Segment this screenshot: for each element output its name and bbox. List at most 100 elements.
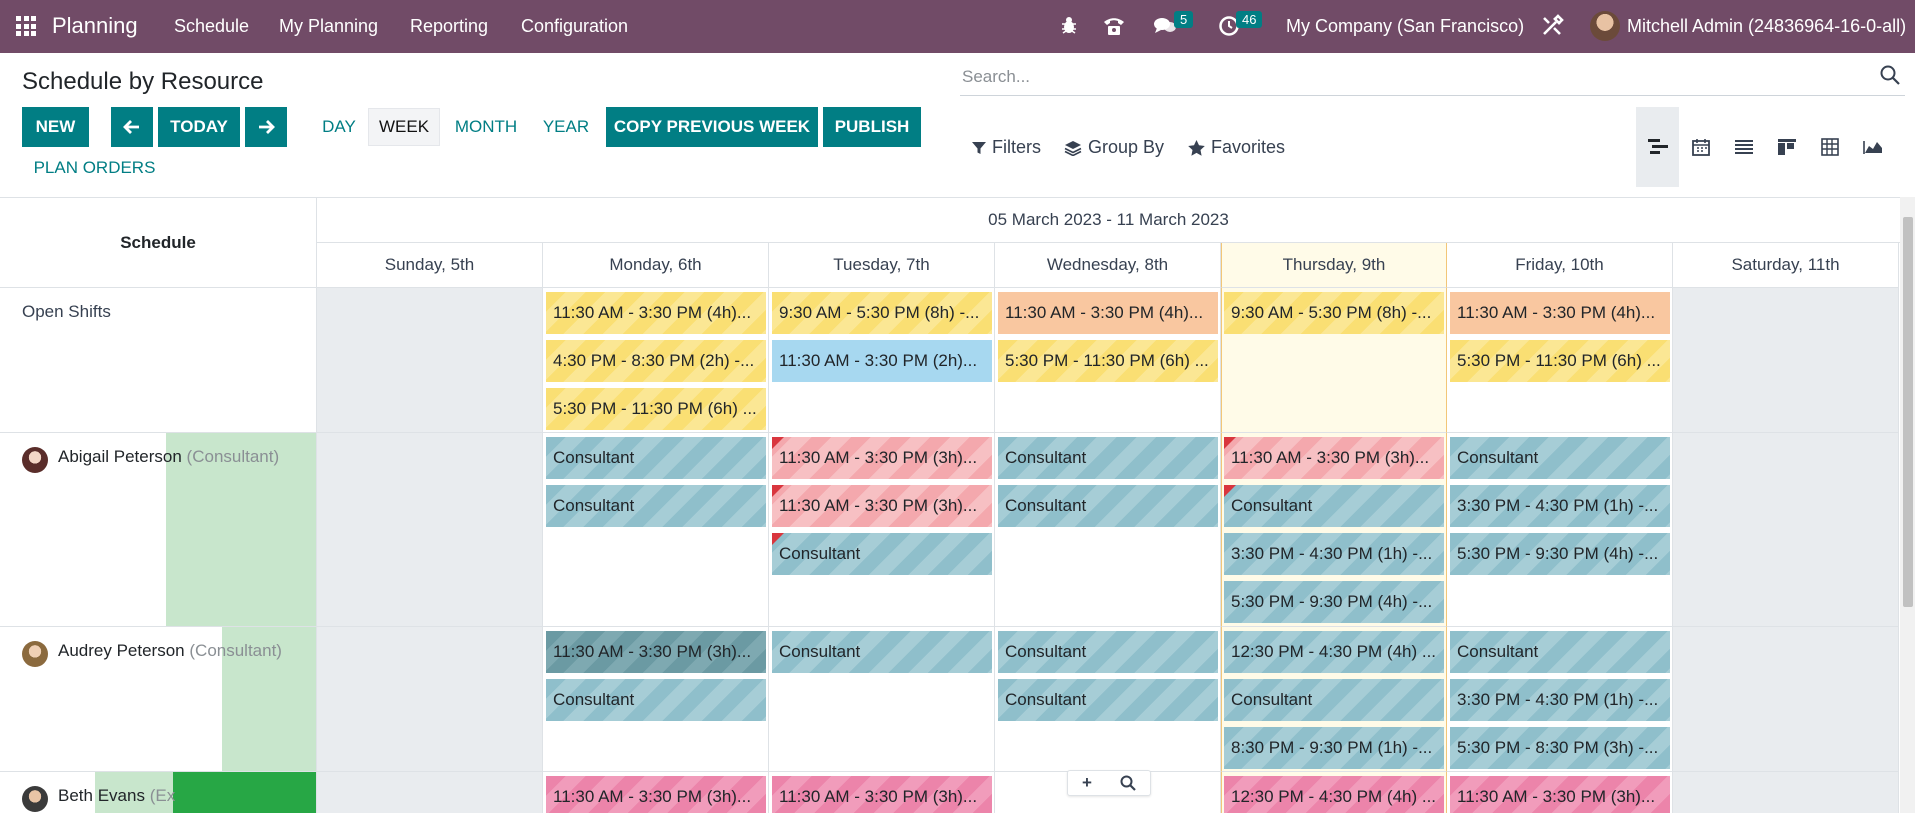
gantt-row-header[interactable]: Abigail Peterson (Consultant) (0, 433, 317, 627)
gantt-cell[interactable] (1673, 772, 1899, 813)
menu-my-planning[interactable]: My Planning (279, 16, 378, 37)
app-name[interactable]: Planning (52, 13, 138, 39)
company-switcher[interactable]: My Company (San Francisco) (1286, 16, 1524, 37)
gantt-view-button[interactable] (1636, 107, 1679, 187)
pivot-view-button[interactable] (1808, 107, 1851, 187)
tools-icon[interactable] (1540, 14, 1564, 38)
shift-pill[interactable]: 5:30 PM - 11:30 PM (6h) ... (1450, 340, 1670, 382)
shift-pill[interactable]: Consultant (998, 631, 1218, 673)
favorites-toggle[interactable]: Favorites (1188, 137, 1285, 158)
shift-pill[interactable]: 3:30 PM - 4:30 PM (1h) -... (1450, 485, 1670, 527)
shift-pill[interactable]: 12:30 PM - 4:30 PM (4h) ... (1224, 776, 1444, 813)
gantt-cell[interactable] (317, 288, 543, 433)
shift-pill[interactable]: 11:30 AM - 3:30 PM (3h)... (772, 437, 992, 479)
shift-pill[interactable]: 5:30 PM - 8:30 PM (3h) -... (1450, 727, 1670, 769)
view-switcher (1636, 107, 1894, 187)
scale-month-button[interactable]: MONTH (448, 107, 524, 147)
shift-pill[interactable]: Consultant (1450, 631, 1670, 673)
group-by-toggle[interactable]: Group By (1064, 137, 1164, 158)
shift-pill[interactable]: 5:30 PM - 9:30 PM (4h) -... (1224, 581, 1444, 623)
today-button[interactable]: TODAY (158, 107, 240, 147)
shift-label: 9:30 AM - 5:30 PM (8h) -... (1231, 303, 1432, 322)
user-avatar[interactable] (1590, 11, 1620, 41)
shift-pill[interactable]: Consultant (546, 485, 766, 527)
shift-pill[interactable]: Consultant (1224, 679, 1444, 721)
scale-year-button[interactable]: YEAR (538, 107, 594, 147)
copy-previous-week-button[interactable]: COPY PREVIOUS WEEK (606, 107, 818, 147)
bug-icon[interactable] (1059, 15, 1079, 35)
shift-pill[interactable]: 12:30 PM - 4:30 PM (4h) ... (1224, 631, 1444, 673)
vertical-scrollbar[interactable] (1900, 197, 1915, 813)
shift-pill[interactable]: 11:30 AM - 3:30 PM (3h)... (772, 776, 992, 813)
shift-pill[interactable]: 11:30 AM - 3:30 PM (3h)... (772, 485, 992, 527)
next-button[interactable] (245, 107, 287, 147)
shift-pill[interactable]: 5:30 PM - 11:30 PM (6h) ... (998, 340, 1218, 382)
shift-pill[interactable]: 8:30 PM - 9:30 PM (1h) -... (1224, 727, 1444, 769)
gantt-row-header[interactable]: Beth Evans (Ex (0, 772, 317, 813)
user-menu[interactable]: Mitchell Admin (24836964-16-0-all) (1627, 16, 1906, 37)
search-input[interactable]: Search... (962, 67, 1030, 87)
gantt-cell[interactable] (1673, 288, 1899, 433)
list-view-button[interactable] (1722, 107, 1765, 187)
shift-label: 11:30 AM - 3:30 PM (2h)... (779, 351, 978, 370)
zoom-icon[interactable] (1120, 775, 1136, 791)
gantt-cell[interactable] (317, 627, 543, 772)
scrollbar-thumb[interactable] (1903, 217, 1913, 607)
shift-pill[interactable]: 3:30 PM - 4:30 PM (1h) -... (1450, 679, 1670, 721)
shift-pill[interactable]: 11:30 AM - 3:30 PM (4h)... (546, 292, 766, 334)
gantt-cell[interactable] (1673, 627, 1899, 772)
shift-pill[interactable]: Consultant (772, 631, 992, 673)
gantt-row-header[interactable]: Open Shifts (0, 288, 317, 433)
plan-orders-button[interactable]: PLAN ORDERS (22, 148, 167, 188)
shift-pill[interactable]: 11:30 AM - 3:30 PM (3h)... (1450, 776, 1670, 813)
employee-name: Audrey Peterson (Consultant) (58, 641, 282, 661)
gantt-cell[interactable] (317, 772, 543, 813)
publish-button[interactable]: PUBLISH (823, 107, 921, 147)
add-shift-icon[interactable]: + (1082, 773, 1092, 793)
shift-pill[interactable]: 5:30 PM - 9:30 PM (4h) -... (1450, 533, 1670, 575)
shift-pill[interactable]: Consultant (546, 679, 766, 721)
shift-pill[interactable]: 11:30 AM - 3:30 PM (4h)... (1450, 292, 1670, 334)
shift-pill[interactable]: Consultant (998, 679, 1218, 721)
menu-schedule[interactable]: Schedule (174, 16, 249, 37)
previous-button[interactable] (111, 107, 153, 147)
gantt-cell[interactable] (1673, 433, 1899, 627)
kanban-view-button[interactable] (1765, 107, 1808, 187)
gantt-row-header[interactable]: Audrey Peterson (Consultant) (0, 627, 317, 772)
scale-week-button[interactable]: WEEK (368, 108, 440, 146)
calendar-view-button[interactable] (1679, 107, 1722, 187)
shift-pill[interactable]: 4:30 PM - 8:30 PM (2h) -... (546, 340, 766, 382)
new-button[interactable]: NEW (22, 107, 89, 147)
shift-pill[interactable]: Consultant (772, 533, 992, 575)
shift-pill[interactable]: Consultant (1450, 437, 1670, 479)
shift-pill[interactable]: 11:30 AM - 3:30 PM (4h)... (998, 292, 1218, 334)
shift-label: 11:30 AM - 3:30 PM (4h)... (553, 303, 752, 322)
conflict-flag-icon (1224, 485, 1236, 497)
search-icon[interactable] (1879, 64, 1901, 86)
menu-reporting[interactable]: Reporting (410, 16, 488, 37)
page-title: Schedule by Resource (22, 68, 264, 95)
shift-pill[interactable]: 3:30 PM - 4:30 PM (1h) -... (1224, 533, 1444, 575)
shift-pill[interactable]: Consultant (998, 485, 1218, 527)
filters-toggle[interactable]: Filters (972, 137, 1041, 158)
shift-pill[interactable]: Consultant (998, 437, 1218, 479)
shift-pill[interactable]: 11:30 AM - 3:30 PM (3h)... (546, 631, 766, 673)
phone-icon[interactable] (1102, 15, 1126, 37)
graph-view-button[interactable] (1851, 107, 1894, 187)
shift-pill[interactable]: 11:30 AM - 3:30 PM (3h)... (546, 776, 766, 813)
menu-configuration[interactable]: Configuration (521, 16, 628, 37)
shift-pill[interactable]: 9:30 AM - 5:30 PM (8h) -... (772, 292, 992, 334)
search-bar[interactable]: Search... (960, 62, 1905, 96)
shift-pill[interactable]: Consultant (546, 437, 766, 479)
shift-pill[interactable]: 11:30 AM - 3:30 PM (3h)... (1224, 437, 1444, 479)
gantt-cell[interactable] (317, 433, 543, 627)
shift-pill[interactable]: Consultant (1224, 485, 1444, 527)
shift-pill[interactable]: 11:30 AM - 3:30 PM (2h)... (772, 340, 992, 382)
apps-menu-icon[interactable] (16, 16, 36, 36)
scale-day-button[interactable]: DAY (316, 107, 362, 147)
shift-pill[interactable]: 9:30 AM - 5:30 PM (8h) -... (1224, 292, 1444, 334)
shift-label: Consultant (779, 544, 861, 563)
day-header: Friday, 10th (1447, 243, 1673, 288)
shift-pill[interactable]: 5:30 PM - 11:30 PM (6h) ... (546, 388, 766, 430)
shift-label: 4:30 PM - 8:30 PM (2h) -... (553, 351, 755, 370)
